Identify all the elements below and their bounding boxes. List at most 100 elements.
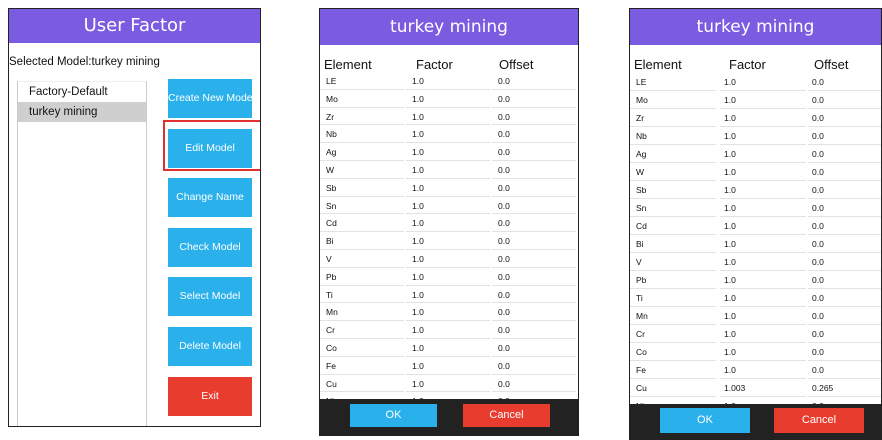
table-row: Fe 1.0 0.0 [630,362,881,380]
offset-input[interactable]: 0.0 [498,76,510,86]
offset-input[interactable]: 0.0 [498,272,510,282]
offset-input[interactable]: 0.0 [812,149,824,159]
offset-input[interactable]: 0.0 [498,254,510,264]
offset-input[interactable]: 0.0 [498,290,510,300]
offset-input[interactable]: 0.0 [812,203,824,213]
factor-input[interactable]: 1.0 [412,254,424,264]
factor-input[interactable]: 1.0 [724,95,736,105]
offset-input[interactable]: 0.0 [812,185,824,195]
factor-input[interactable]: 1.0 [724,77,736,87]
offset-input[interactable]: 0.0 [812,131,824,141]
exit-button[interactable]: Exit [168,377,252,416]
factor-input[interactable]: 1.0 [412,307,424,317]
table-row: Nb 1.0 0.0 [630,128,881,146]
offset-input[interactable]: 0.0 [498,129,510,139]
factor-input[interactable]: 1.003 [724,383,745,393]
offset-input[interactable]: 0.0 [498,343,510,353]
offset-input[interactable]: 0.0 [812,311,824,321]
offset-input[interactable]: 0.0 [812,95,824,105]
factor-input[interactable]: 1.0 [412,343,424,353]
offset-input[interactable]: 0.0 [498,379,510,389]
factor-input[interactable]: 1.0 [724,113,736,123]
factor-input[interactable]: 1.0 [412,201,424,211]
offset-input[interactable]: 0.0 [498,201,510,211]
factor-input[interactable]: 1.0 [412,183,424,193]
ok-button[interactable]: OK [350,404,437,427]
delete-model-button[interactable]: Delete Model [168,327,252,366]
factor-input[interactable]: 1.0 [412,76,424,86]
offset-input[interactable]: 0.0 [498,147,510,157]
factor-input[interactable]: 1.0 [724,185,736,195]
factor-input[interactable]: 1.0 [412,94,424,104]
offset-input[interactable]: 0.0 [498,165,510,175]
factor-input[interactable]: 1.0 [724,329,736,339]
factor-input[interactable]: 1.0 [412,129,424,139]
factor-input[interactable]: 1.0 [724,131,736,141]
offset-input[interactable]: 0.0 [498,236,510,246]
offset-input[interactable]: 0.265 [812,383,833,393]
offset-input[interactable]: 0.0 [812,167,824,177]
offset-input[interactable]: 0.0 [812,77,824,87]
offset-input[interactable]: 0.0 [498,325,510,335]
offset-input[interactable]: 0.0 [812,113,824,123]
factor-input[interactable]: 1.0 [412,325,424,335]
table-row: Cu 1.0 0.0 [320,376,578,394]
cancel-button[interactable]: Cancel [463,404,550,427]
offset-input[interactable]: 0.0 [812,221,824,231]
offset-input[interactable]: 0.0 [498,94,510,104]
offset-input[interactable]: 0.0 [812,257,824,267]
factor-input[interactable]: 1.0 [724,257,736,267]
offset-input[interactable]: 0.0 [812,347,824,357]
factor-input[interactable]: 1.0 [724,239,736,249]
factor-input[interactable]: 1.0 [412,236,424,246]
factor-input[interactable]: 1.0 [412,290,424,300]
table-row: Zr 1.0 0.0 [320,109,578,127]
model-item-factory-default[interactable]: Factory-Default [18,82,146,102]
table-row: Nb 1.0 0.0 [320,126,578,144]
factor-input[interactable]: 1.0 [724,167,736,177]
factor-input[interactable]: 1.0 [724,275,736,285]
offset-input[interactable]: 0.0 [812,275,824,285]
offset-input[interactable]: 0.0 [812,329,824,339]
offset-input[interactable]: 0.0 [498,307,510,317]
table-row: Cu 1.003 0.265 [630,380,881,398]
table-row: Mn 1.0 0.0 [320,304,578,322]
factor-input[interactable]: 1.0 [724,347,736,357]
table-row: Fe 1.0 0.0 [320,358,578,376]
cell-underline [492,284,576,286]
cell-underline [406,248,490,250]
factor-input[interactable]: 1.0 [412,147,424,157]
check-model-button[interactable]: Check Model [168,228,252,267]
offset-input[interactable]: 0.0 [812,365,824,375]
cell-underline [720,378,806,379]
factor-input[interactable]: 1.0 [412,218,424,228]
factor-input[interactable]: 1.0 [724,293,736,303]
factor-input[interactable]: 1.0 [412,165,424,175]
cell-underline [492,177,576,179]
table-row: Zr 1.0 0.0 [630,110,881,128]
offset-input[interactable]: 0.0 [812,293,824,303]
select-model-button[interactable]: Select Model [168,277,252,316]
create-new-model-button[interactable]: Create New Model [168,79,255,118]
offset-input[interactable]: 0.0 [498,183,510,193]
cell-underline [320,320,404,322]
factor-input[interactable]: 1.0 [412,112,424,122]
factor-input[interactable]: 1.0 [724,221,736,231]
offset-input[interactable]: 0.0 [498,361,510,371]
cell-underline [406,355,490,357]
cancel-button[interactable]: Cancel [774,408,864,433]
cell-underline [492,195,576,197]
factor-input[interactable]: 1.0 [724,149,736,159]
factor-input[interactable]: 1.0 [724,203,736,213]
factor-input[interactable]: 1.0 [412,361,424,371]
model-item-turkey-mining[interactable]: turkey mining [18,102,146,122]
change-name-button[interactable]: Change Name [168,178,252,217]
factor-input[interactable]: 1.0 [724,311,736,321]
ok-button[interactable]: OK [660,408,750,433]
factor-input[interactable]: 1.0 [724,365,736,375]
offset-input[interactable]: 0.0 [498,218,510,228]
factor-input[interactable]: 1.0 [412,379,424,389]
offset-input[interactable]: 0.0 [812,239,824,249]
offset-input[interactable]: 0.0 [498,112,510,122]
factor-input[interactable]: 1.0 [412,272,424,282]
